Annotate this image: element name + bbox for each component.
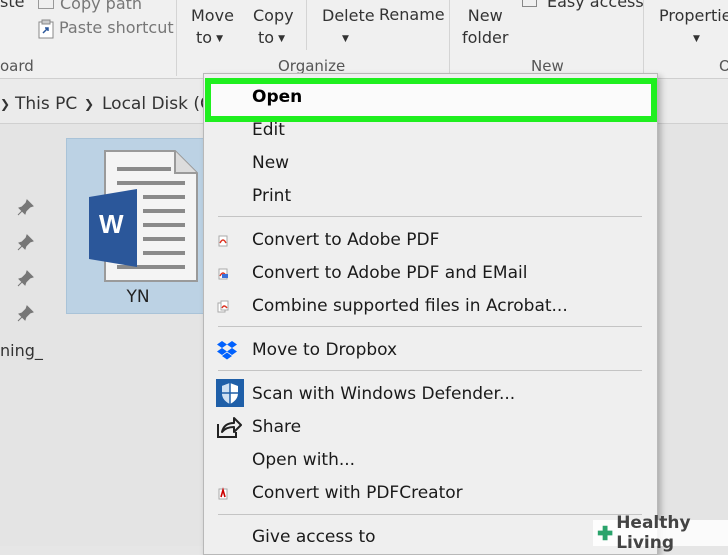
menu-item-share[interactable]: Share <box>252 417 301 437</box>
file-name-label: YN <box>126 287 150 307</box>
watermark-text: Healthy Living <box>616 513 691 553</box>
menu-item-convert-pdf-email[interactable]: Convert to Adobe PDF and EMail <box>252 263 527 283</box>
share-icon <box>217 417 242 438</box>
chevron-right-icon: ❯ <box>0 97 11 111</box>
chevron-down-icon: ▼ <box>342 33 349 44</box>
breadcrumb-local-disk[interactable]: Local Disk (C <box>102 94 212 114</box>
menu-item-windows-defender[interactable]: Scan with Windows Defender... <box>252 384 515 404</box>
ribbon-divider <box>449 0 450 76</box>
open-group-label: O <box>719 57 728 75</box>
menu-item-give-access[interactable]: Give access to <box>252 527 376 547</box>
paste-shortcut-button[interactable]: Paste shortcut <box>38 18 174 39</box>
clipboard-group-label: oard <box>0 57 34 75</box>
breadcrumb-this-pc[interactable]: This PC <box>15 94 77 114</box>
adobe-pdf-email-icon <box>218 268 228 280</box>
menu-separator <box>218 326 642 327</box>
chevron-right-icon: ❯ <box>84 97 95 111</box>
menu-separator <box>218 216 642 217</box>
menu-item-edit[interactable]: Edit <box>252 120 285 140</box>
copy-path-button[interactable]: Copy path <box>38 0 142 13</box>
pin-icon[interactable] <box>17 304 35 322</box>
adobe-pdf-icon <box>218 235 228 247</box>
windows-defender-icon <box>216 379 244 407</box>
menu-separator <box>218 370 642 371</box>
copy-to-button[interactable]: Copy to ▼ <box>253 5 294 50</box>
pin-icon[interactable] <box>17 269 35 287</box>
pdfcreator-icon <box>218 487 228 500</box>
ribbon-divider <box>643 0 644 76</box>
acrobat-combine-icon <box>217 300 229 313</box>
menu-item-convert-pdf[interactable]: Convert to Adobe PDF <box>252 230 439 250</box>
paste-shortcut-icon <box>38 19 54 38</box>
menu-item-combine-acrobat[interactable]: Combine supported files in Acrobat... <box>252 296 568 316</box>
watermark: Healthy Living <box>593 513 728 553</box>
pin-icon[interactable] <box>17 198 35 216</box>
healthy-living-logo-icon <box>597 525 613 541</box>
menu-item-dropbox[interactable]: Move to Dropbox <box>252 340 397 360</box>
chevron-down-icon: ▼ <box>693 33 700 44</box>
menu-item-new[interactable]: New <box>252 153 289 173</box>
file-item-yn[interactable]: W YN <box>66 138 210 314</box>
delete-button[interactable]: Delete ▼ <box>322 5 375 50</box>
menu-item-pdfcreator[interactable]: Convert with PDFCreator <box>252 483 463 503</box>
word-app-letter: W <box>99 209 124 239</box>
ribbon-divider <box>306 0 307 50</box>
menu-item-print[interactable]: Print <box>252 186 291 206</box>
menu-item-open[interactable]: Open <box>252 87 302 107</box>
ribbon-divider <box>176 0 177 76</box>
context-menu: Open Edit New Print Convert to Adobe PDF… <box>203 73 658 555</box>
copy-path-icon <box>38 0 54 9</box>
ribbon-toolbar: ste Copy path Paste shortcut oard Move t… <box>0 0 728 79</box>
paste-button[interactable]: ste <box>0 0 24 11</box>
new-folder-button[interactable]: New folder <box>462 5 508 49</box>
easy-access-icon <box>522 0 537 7</box>
chevron-down-icon: ▼ <box>216 33 223 44</box>
properties-button[interactable]: Properties ▼ <box>659 5 728 50</box>
pin-icon[interactable] <box>17 233 35 251</box>
menu-item-open-with[interactable]: Open with... <box>252 450 355 470</box>
easy-access-button[interactable]: Easy access <box>522 0 644 11</box>
dropbox-icon <box>217 341 237 360</box>
menu-separator <box>218 514 642 515</box>
rename-button[interactable]: Rename <box>379 5 445 24</box>
nav-item-truncated[interactable]: ning_ <box>0 341 43 360</box>
move-to-button[interactable]: Move to ▼ <box>191 5 234 50</box>
chevron-down-icon: ▼ <box>278 33 285 44</box>
